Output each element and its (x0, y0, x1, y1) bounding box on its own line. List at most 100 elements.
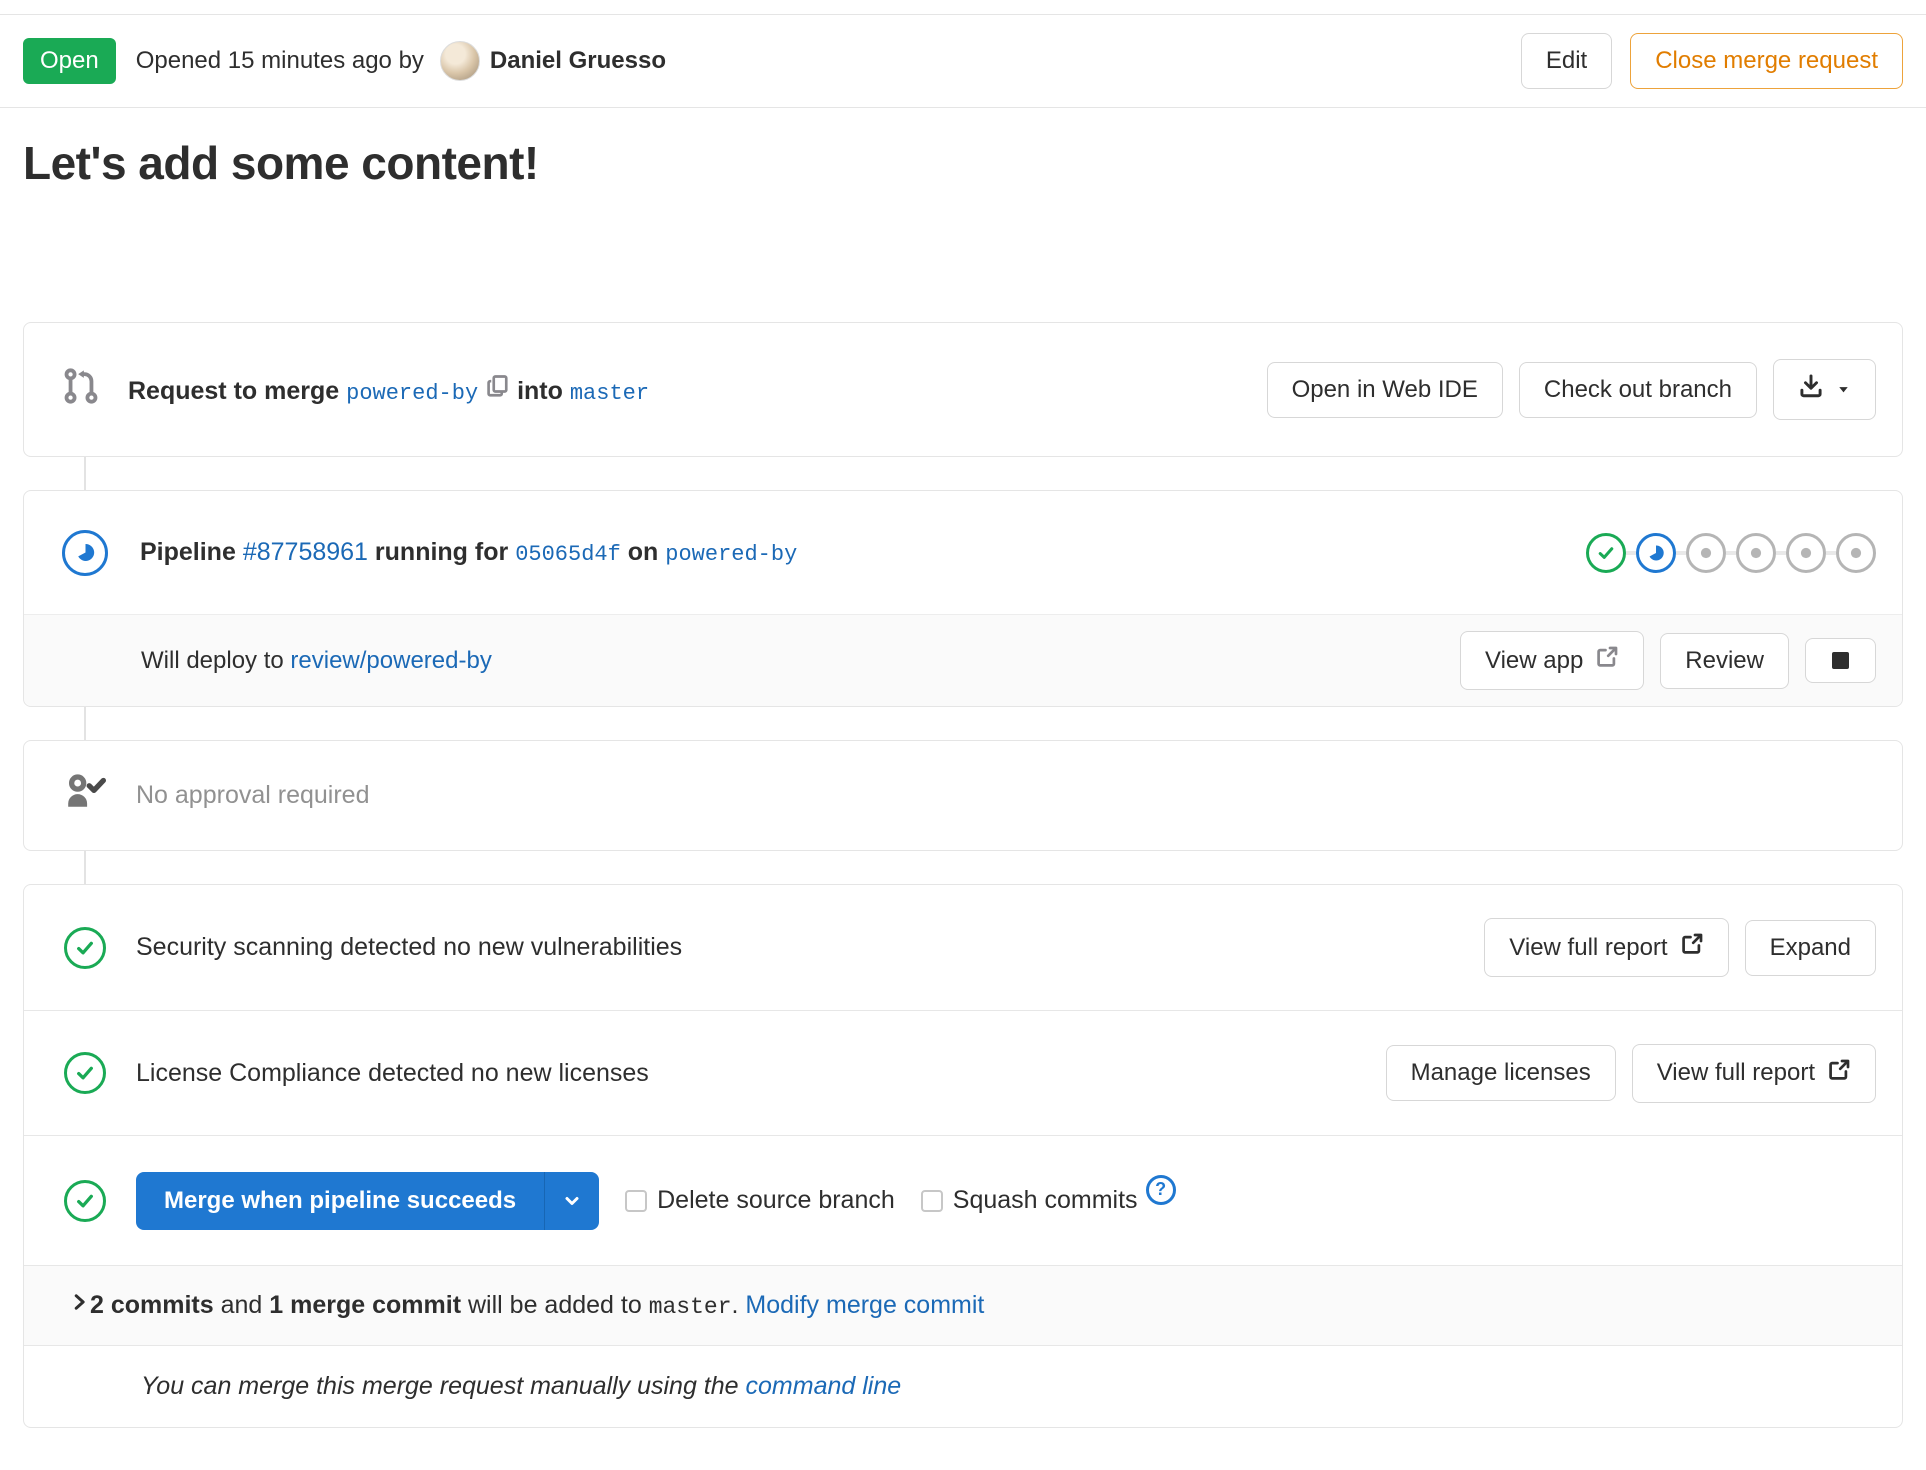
widget-connector (84, 707, 86, 740)
commit-sha-link[interactable]: 05065d4f (515, 542, 621, 567)
copy-branch-icon[interactable] (485, 374, 517, 405)
deploy-prefix: Will deploy to (141, 646, 284, 674)
pipeline-box: Pipeline #87758961 running for 05065d4f … (23, 490, 1903, 707)
widget-connector (84, 457, 86, 490)
target-branch-name: master (648, 1294, 732, 1320)
pipeline-stage-pending-icon[interactable] (1786, 532, 1826, 573)
pipeline-stage-pending-icon[interactable] (1836, 532, 1876, 573)
pipeline-stage-pending-icon[interactable] (1686, 532, 1726, 573)
environment-link[interactable]: review/powered-by (290, 647, 491, 674)
command-line-row: You can merge this merge request manuall… (24, 1345, 1902, 1427)
security-actions: View full report Expand (1484, 918, 1876, 977)
delete-source-branch-checkbox[interactable] (625, 1189, 648, 1212)
download-icon (1798, 373, 1824, 406)
request-to-merge-label: Request to merge (128, 376, 340, 405)
status-badge: Open (23, 38, 116, 84)
author-name[interactable]: Daniel Gruesso (490, 47, 666, 75)
open-web-ide-button[interactable]: Open in Web IDE (1266, 361, 1503, 418)
approval-message: No approval required (136, 781, 370, 809)
merge-button-group: Merge when pipeline succeeds (136, 1171, 600, 1230)
squash-commits-checkbox[interactable] (920, 1189, 943, 1212)
download-dropdown-button[interactable] (1773, 359, 1876, 420)
title-spacer (0, 190, 1926, 322)
help-question-icon[interactable]: ? (1145, 1174, 1176, 1205)
pipeline-mini-graph (1586, 532, 1876, 573)
commits-text: 2 commits and 1 merge commit will be add… (90, 1291, 984, 1320)
view-app-button[interactable]: View app (1460, 631, 1645, 690)
target-branch-link[interactable]: master (570, 381, 649, 406)
license-view-full-report-button[interactable]: View full report (1631, 1043, 1876, 1103)
merge-widget-box: Security scanning detected no new vulner… (23, 884, 1903, 1428)
squash-commits-option[interactable]: Squash commits (920, 1186, 1138, 1215)
deploy-row: Will deploy to review/powered-by View ap… (24, 614, 1902, 706)
command-line-link[interactable]: command line (746, 1372, 902, 1400)
delete-source-branch-label: Delete source branch (657, 1186, 895, 1214)
modify-merge-commit-link[interactable]: Modify merge commit (745, 1291, 984, 1319)
license-actions: Manage licenses View full report (1385, 1043, 1876, 1103)
approval-box: No approval required (23, 740, 1903, 851)
merge-options-dropdown-button[interactable] (544, 1171, 600, 1230)
pipeline-row: Pipeline #87758961 running for 05065d4f … (24, 491, 1902, 614)
view-full-report-label: View full report (1656, 1059, 1815, 1086)
merge-info-text: Request to merge powered-by into master (128, 374, 649, 406)
external-link-icon (1827, 1058, 1851, 1089)
merge-info-box: Request to merge powered-by into master … (23, 322, 1903, 457)
approval-row: No approval required (24, 741, 1902, 850)
avatar[interactable] (439, 41, 480, 81)
delete-source-branch-option[interactable]: Delete source branch (625, 1186, 895, 1215)
stop-environment-button[interactable] (1805, 638, 1876, 683)
success-check-icon (64, 1179, 106, 1222)
pipeline-branch-link[interactable]: powered-by (665, 542, 797, 567)
view-full-report-label: View full report (1509, 933, 1668, 961)
chevron-right-icon[interactable] (68, 1291, 90, 1320)
pipeline-stage-running-icon[interactable] (1636, 532, 1676, 573)
and-label: and (220, 1291, 263, 1319)
security-message: Security scanning detected no new vulner… (136, 933, 683, 961)
chevron-down-icon (1836, 376, 1851, 404)
license-report-row: License Compliance detected no new licen… (24, 1010, 1902, 1135)
page-title: Let's add some content! (23, 137, 539, 189)
stage-connector (1726, 550, 1736, 555)
opened-text: Opened 15 minutes ago by (135, 47, 424, 74)
pipeline-id-link[interactable]: #87758961 (243, 538, 368, 566)
merge-info-actions: Open in Web IDE Check out branch (1266, 359, 1876, 420)
security-view-full-report-button[interactable]: View full report (1484, 918, 1729, 977)
on-label: on (627, 538, 659, 566)
commit-count: 2 commits (90, 1291, 214, 1319)
source-branch-link[interactable]: powered-by (346, 381, 478, 406)
running-for-label: running for (374, 538, 509, 566)
merge-info-row: Request to merge powered-by into master … (24, 323, 1902, 456)
user-check-icon (64, 771, 106, 820)
stop-icon (1832, 652, 1849, 669)
edit-button[interactable]: Edit (1520, 33, 1613, 89)
command-line-text: You can merge this merge request manuall… (141, 1372, 901, 1401)
external-link-icon (1595, 645, 1619, 676)
commits-summary-row: 2 commits and 1 merge commit will be add… (24, 1265, 1902, 1345)
review-button[interactable]: Review (1660, 632, 1789, 689)
pipeline-label: Pipeline (140, 538, 236, 566)
check-out-branch-button[interactable]: Check out branch (1518, 361, 1757, 418)
expand-button[interactable]: Expand (1744, 919, 1876, 976)
manual-merge-message: You can merge this merge request manuall… (141, 1372, 739, 1400)
pipeline-text: Pipeline #87758961 running for 05065d4f … (140, 538, 797, 567)
added-to-label: will be added to (468, 1291, 642, 1319)
merge-controls-row: Merge when pipeline succeeds Delete sour… (24, 1135, 1902, 1265)
security-report-row: Security scanning detected no new vulner… (24, 885, 1902, 1010)
pipeline-running-icon[interactable] (62, 529, 108, 576)
deploy-text: Will deploy to review/powered-by (141, 647, 492, 675)
success-check-icon (64, 1052, 106, 1094)
merge-when-pipeline-succeeds-button[interactable]: Merge when pipeline succeeds (136, 1171, 545, 1230)
period: . (731, 1291, 739, 1319)
squash-commits-label: Squash commits (952, 1186, 1138, 1214)
into-label: into (517, 376, 563, 405)
view-app-label: View app (1485, 646, 1584, 674)
license-message: License Compliance detected no new licen… (136, 1058, 649, 1087)
header-actions: Edit Close merge request (1520, 33, 1903, 89)
pipeline-stage-pending-icon[interactable] (1736, 532, 1776, 573)
manage-licenses-button[interactable]: Manage licenses (1385, 1045, 1616, 1101)
merge-request-icon (62, 367, 100, 412)
widget-connector (84, 851, 86, 884)
pipeline-stage-success-icon[interactable] (1586, 532, 1626, 573)
merge-commit-count: 1 merge commit (269, 1291, 462, 1319)
close-merge-request-button[interactable]: Close merge request (1630, 33, 1903, 89)
